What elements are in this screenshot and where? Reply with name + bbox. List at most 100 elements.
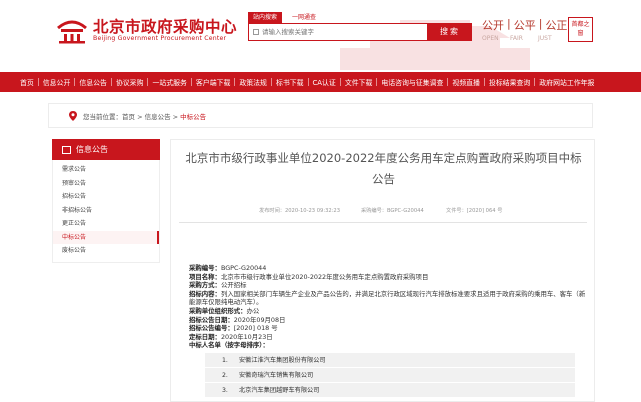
meta-doc-no: 文件号：[2020] 064 号 (446, 208, 503, 214)
nav-separator (270, 78, 272, 86)
article-field: 采购编号：BGPC-G20044 (189, 264, 589, 273)
winner-row: 1. 安徽江淮汽车集团股份有限公司 (205, 352, 575, 368)
field-label: 采购方式： (189, 281, 221, 290)
nav-link[interactable]: 信息公开 (43, 77, 71, 87)
slogan-just: 公正 (545, 19, 568, 32)
nav-separator (376, 78, 378, 86)
article-field: 采购单位组织形式：办公 (189, 307, 589, 316)
winner-name: 安徽江淮汽车集团股份有限公司 (239, 356, 326, 364)
nav-item: 信息公告 (79, 77, 116, 87)
field-label: 招标内容： (189, 289, 221, 298)
field-value: [2020] 018 号 (233, 324, 278, 333)
nav-item: 标书下载 (276, 77, 313, 87)
sidebar-item[interactable]: 中标公告 (53, 230, 159, 244)
nav-link[interactable]: 协议采购 (116, 77, 144, 87)
nav-link[interactable]: 信息公告 (79, 77, 107, 87)
field-value: 2020年10月23日 (220, 332, 273, 341)
nav-link[interactable]: 标书下载 (276, 77, 304, 87)
slogan-fair: 公平 (513, 19, 536, 32)
field-label: 定标日期： (189, 332, 221, 341)
nav-link[interactable]: 首页 (20, 77, 34, 87)
slogan-en-fair: FAIR (510, 35, 523, 42)
nav-separator (339, 78, 341, 86)
sidebar-list: 需求公告 预审公告 招标公告 非招标公告 更正公告 中标公告 废标公告 (52, 160, 160, 263)
nav-separator (147, 78, 149, 86)
nav-link[interactable]: 政府网站工作年报 (539, 77, 594, 87)
nav-separator (483, 78, 485, 86)
site-title[interactable]: 北京市政府采购中心 (93, 15, 237, 37)
tab-site-search[interactable]: 站内搜索 (248, 12, 283, 23)
search-button[interactable]: 搜索 (428, 23, 472, 41)
notice-board-icon (62, 145, 71, 154)
article-title: 北京市市级行政事业单位2020-2022年度公务用车定点购置政府采购项目中标公告 (185, 151, 582, 186)
sidebar-item[interactable]: 废标公告 (53, 244, 159, 258)
article-field: 招标公告编号：[2020] 018 号 (189, 324, 589, 333)
field-value: 列入国家相关部门车辆生产企业及产品公告的，并满足北京行政区域现行汽车排放标准要求… (189, 289, 586, 307)
nav-separator (234, 78, 236, 86)
nav-item: 首页 (20, 77, 43, 87)
nav-separator (74, 78, 76, 86)
nav-link[interactable]: 电话咨询与征集调查 (381, 77, 443, 87)
nav-item: 协议采购 (116, 77, 153, 87)
field-label: 采购编号： (189, 264, 221, 272)
nav-item: 电话咨询与征集调查 (381, 77, 452, 87)
sidebar-item[interactable]: 需求公告 (53, 163, 159, 177)
field-label: 采购单位组织形式： (189, 306, 247, 315)
breadcrumb: 您当前位置：首页 > 信息公告 > 中标公告 (48, 103, 593, 128)
nav-link[interactable]: 文件下载 (345, 77, 373, 87)
winner-row: 2. 安徽奇瑞汽车销售有限公司 (205, 367, 575, 383)
sidebar-header: 信息公告 (52, 139, 160, 160)
slogan-separator: | (507, 17, 511, 30)
article-meta: 发布时间：2020-10-23 09:32:23 采购编号：BGPC-G2004… (171, 207, 596, 217)
search-scope-checkbox[interactable] (253, 29, 259, 35)
sidebar-item[interactable]: 招标公告 (53, 190, 159, 204)
nav-item: 信息公开 (43, 77, 80, 87)
procurement-logo-icon[interactable] (55, 14, 89, 44)
location-pin-icon (69, 110, 77, 121)
winner-name: 安徽奇瑞汽车销售有限公司 (239, 371, 314, 379)
slogan-open: 公开 (482, 19, 504, 32)
winner-number: 2. (222, 371, 228, 379)
field-label: 中标人名单（按字母排序）： (189, 341, 269, 350)
nav-separator (307, 78, 309, 86)
slogan-en-open: OPEN (482, 35, 499, 42)
field-value: BGPC-G20044 (220, 264, 267, 272)
nav-item: 一站式服务 (152, 77, 195, 87)
nav-link[interactable]: 政策法规 (239, 77, 267, 87)
nav-item: 文件下载 (345, 77, 382, 87)
winner-number: 3. (222, 386, 228, 394)
search-tabs: 站内搜索 一网通查 (248, 12, 321, 23)
slogan-separator: | (538, 17, 543, 30)
main-nav: 首页 信息公开 信息公告 协议采购 一站式服务 客户端下载 政策法规 标书下载 CA认证 文件下载… (0, 72, 641, 92)
nav-item: 视频直播 (452, 77, 489, 87)
search-input[interactable] (262, 28, 427, 36)
breadcrumb-current[interactable]: 中标公告 (180, 113, 206, 121)
article-field: 招标公告日期：2020年09月08日 (189, 316, 589, 325)
field-label: 项目名称： (189, 272, 221, 281)
publish-time: 发布时间：2020-10-23 09:32:23 (259, 208, 341, 214)
tab-one-network[interactable]: 一网通查 (287, 12, 321, 23)
sidebar-item[interactable]: 非招标公告 (53, 204, 159, 218)
nav-separator (534, 78, 536, 86)
slogan-en: OPEN FAIR JUST (482, 35, 566, 42)
breadcrumb-text: 您当前位置：首页 > 信息公告 > 中标公告 (83, 111, 206, 121)
breadcrumb-path[interactable]: 首页 > 信息公告 > (122, 113, 180, 121)
nav-link[interactable]: 视频直播 (452, 77, 480, 87)
slogan-en-just: JUST (538, 35, 552, 42)
nav-link[interactable]: CA认证 (313, 77, 336, 87)
article-field: 招标内容：列入国家相关部门车辆生产企业及产品公告的，并满足北京行政区域现行汽车排… (189, 290, 589, 307)
breadcrumb-prefix: 您当前位置： (83, 112, 122, 121)
nav-link[interactable]: 投标结果查询 (489, 77, 530, 87)
winner-number: 1. (222, 356, 228, 364)
capital-window-seal-icon[interactable]: 首都之窗 (568, 17, 593, 42)
meta-project-no: 采购编号：BGPC-G20044 (361, 208, 424, 214)
slogan: 公开 | 公平 | 公正 (482, 17, 567, 33)
sidebar-item[interactable]: 更正公告 (53, 217, 159, 231)
sidebar-item[interactable]: 预审公告 (53, 177, 159, 191)
article-field: 中标人名单（按字母排序）： (189, 341, 589, 350)
nav-link[interactable]: 一站式服务 (152, 77, 186, 87)
field-value: 北京市市级行政事业单位2020-2022年度公务用车定点购置政府采购项目 (220, 272, 429, 281)
site-title-en: Beijing Government Procurement Center (93, 35, 227, 42)
nav-link[interactable]: 客户端下载 (196, 77, 230, 87)
sidebar: 信息公告 需求公告 预审公告 招标公告 非招标公告 更正公告 中标公告 废标公告 (52, 139, 160, 402)
